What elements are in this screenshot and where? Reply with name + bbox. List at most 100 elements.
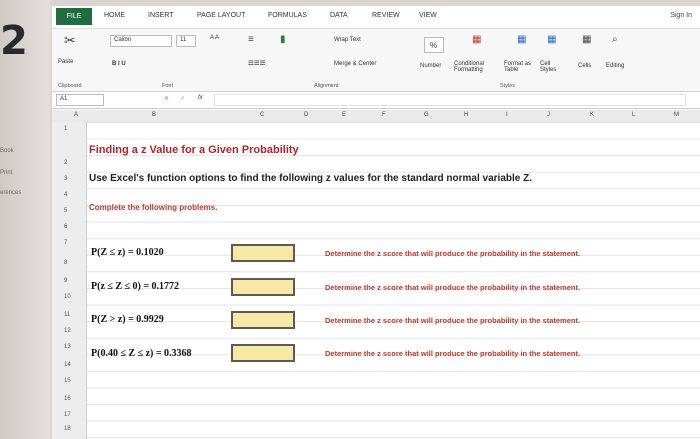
sheet-subtitle[interactable]: Complete the following problems. xyxy=(89,203,217,212)
problem-2-desc[interactable]: Determine the z score that will produce … xyxy=(325,283,580,292)
font-name-select[interactable]: Calibri xyxy=(110,35,172,47)
row-header[interactable]: 2 xyxy=(64,160,67,166)
row-header[interactable]: 3 xyxy=(64,176,67,182)
col-header-F[interactable]: F xyxy=(382,112,386,118)
binoculars-icon[interactable]: ⌕ xyxy=(612,35,618,45)
col-header-L[interactable]: L xyxy=(632,112,635,118)
cells-button[interactable]: Cells xyxy=(578,63,591,69)
format-buttons[interactable]: B I U xyxy=(112,61,126,67)
conditional-formatting-button[interactable]: Conditional Formatting xyxy=(454,61,502,73)
cells-icon[interactable]: ▦ xyxy=(582,35,591,45)
page-number: 2 xyxy=(0,18,28,64)
format-table-button[interactable]: Format as Table xyxy=(504,61,538,73)
col-header-I[interactable]: I xyxy=(506,112,508,118)
problem-2-label[interactable]: P(z ≤ Z ≤ 0) = 0.1772 xyxy=(91,281,179,292)
format-table-icon[interactable]: ▦ xyxy=(517,35,526,45)
side-label-book: Book xyxy=(0,148,14,154)
col-header-A[interactable]: A xyxy=(74,112,78,118)
scissors-icon[interactable]: ✂ xyxy=(64,33,76,47)
photo-left-edge: 2 Book Print erences xyxy=(0,0,50,439)
group-styles: Styles xyxy=(500,83,515,89)
tab-data[interactable]: DATA xyxy=(330,12,348,19)
formula-input[interactable] xyxy=(214,94,686,106)
font-name-value: Calibri xyxy=(114,37,132,43)
problem-1-label[interactable]: P(Z ≤ z) = 0.1020 xyxy=(91,247,164,258)
tab-formulas[interactable]: FORMULAS xyxy=(268,12,307,19)
col-header-C[interactable]: C xyxy=(260,112,264,118)
row-header[interactable]: 10 xyxy=(64,294,71,300)
row-header[interactable]: 12 xyxy=(64,328,71,334)
col-header-H[interactable]: H xyxy=(464,112,468,118)
confirm-icon[interactable]: ✓ xyxy=(180,95,185,102)
group-font: Font xyxy=(162,83,174,89)
sheet-title[interactable]: Finding a z Value for a Given Probabilit… xyxy=(89,144,299,156)
problem-4-label[interactable]: P(0.40 ≤ Z ≤ z) = 0.3368 xyxy=(91,348,192,359)
wrap-text-button[interactable]: Wrap Text xyxy=(334,37,361,43)
row-header[interactable]: 13 xyxy=(64,344,71,350)
cell-ref: A1 xyxy=(60,96,68,102)
col-header-J[interactable]: J xyxy=(547,112,550,118)
worksheet-grid[interactable]: Finding a z Value for a Given Probabilit… xyxy=(87,122,700,439)
row-header[interactable]: 18 xyxy=(64,426,71,432)
answer-cell-2[interactable] xyxy=(231,278,295,296)
excel-window: FILE HOME INSERT PAGE LAYOUT FORMULAS DA… xyxy=(52,6,700,439)
conditional-formatting-icon[interactable]: ▦ xyxy=(472,35,481,45)
cell-styles-icon[interactable]: ▦ xyxy=(547,35,556,45)
font-size-select[interactable]: 11 xyxy=(176,35,196,47)
row-header[interactable]: 9 xyxy=(64,278,67,284)
number-format-button[interactable]: Number xyxy=(420,63,441,69)
side-label-references: erences xyxy=(0,190,22,196)
tab-review[interactable]: REVIEW xyxy=(372,12,400,19)
col-header-D[interactable]: D xyxy=(304,112,308,118)
problem-1-desc[interactable]: Determine the z score that will produce … xyxy=(325,249,580,258)
row-header[interactable]: 14 xyxy=(64,362,71,368)
answer-cell-3[interactable] xyxy=(231,311,295,329)
row-header[interactable]: 17 xyxy=(64,412,71,418)
row-header[interactable]: 5 xyxy=(64,208,67,214)
group-alignment: Alignment xyxy=(314,83,339,89)
row-header[interactable]: 1 xyxy=(64,126,67,132)
ribbon: ✂ Paste Calibri 11 A A B I U ≡ ≡≡≡ ▮ Wra… xyxy=(52,29,700,92)
cancel-icon[interactable]: ✕ xyxy=(164,95,169,102)
merge-center-button[interactable]: Merge & Center xyxy=(334,61,376,67)
formula-bar: A1 ✕ ✓ fx xyxy=(52,92,700,109)
problem-3-label[interactable]: P(Z > z) = 0.9929 xyxy=(91,314,164,325)
problem-4-desc[interactable]: Determine the z score that will produce … xyxy=(325,349,580,358)
row-header[interactable]: 15 xyxy=(64,378,71,384)
row-header[interactable]: 4 xyxy=(64,192,67,198)
col-header-B[interactable]: B xyxy=(152,112,156,118)
font-size-value: 11 xyxy=(180,37,187,43)
ribbon-tabs: FILE HOME INSERT PAGE LAYOUT FORMULAS DA… xyxy=(52,6,700,29)
percent-label: % xyxy=(430,41,438,50)
answer-cell-4[interactable] xyxy=(231,344,295,362)
editing-button[interactable]: Editing xyxy=(606,63,624,69)
row-header[interactable]: 16 xyxy=(64,396,71,402)
paste-button[interactable]: Paste xyxy=(58,59,73,65)
tab-file[interactable]: FILE xyxy=(56,8,92,25)
tab-insert[interactable]: INSERT xyxy=(148,12,174,19)
name-box[interactable]: A1 xyxy=(56,94,104,106)
align-top-icon[interactable]: ≡ xyxy=(248,35,254,45)
percent-button[interactable]: % xyxy=(424,37,444,53)
row-header[interactable]: 11 xyxy=(64,312,70,318)
signin-link[interactable]: Sign In xyxy=(670,12,692,19)
fx-icon[interactable]: fx xyxy=(198,95,203,101)
row-header[interactable]: 7 xyxy=(64,240,67,246)
col-header-K[interactable]: K xyxy=(590,112,594,118)
cell-styles-button[interactable]: Cell Styles xyxy=(540,61,568,73)
tab-home[interactable]: HOME xyxy=(104,12,125,19)
col-header-E[interactable]: E xyxy=(342,112,346,118)
sheet-instruction[interactable]: Use Excel's function options to find the… xyxy=(89,173,532,184)
col-header-G[interactable]: G xyxy=(424,112,429,118)
tab-page-layout[interactable]: PAGE LAYOUT xyxy=(197,12,245,19)
row-header[interactable]: 8 xyxy=(64,260,67,266)
align-left-icon[interactable]: ≡≡≡ xyxy=(248,59,266,69)
grow-font-icon[interactable]: A A xyxy=(210,35,219,41)
orientation-icon[interactable]: ▮ xyxy=(280,35,286,45)
problem-3-desc[interactable]: Determine the z score that will produce … xyxy=(325,316,580,325)
answer-cell-1[interactable] xyxy=(231,244,295,262)
col-header-M[interactable]: M xyxy=(674,112,679,118)
row-header[interactable]: 6 xyxy=(64,224,67,230)
tab-view[interactable]: VIEW xyxy=(419,12,437,19)
row-headers: 1 2 3 4 5 6 7 8 9 10 11 12 13 14 15 16 1… xyxy=(52,122,87,439)
